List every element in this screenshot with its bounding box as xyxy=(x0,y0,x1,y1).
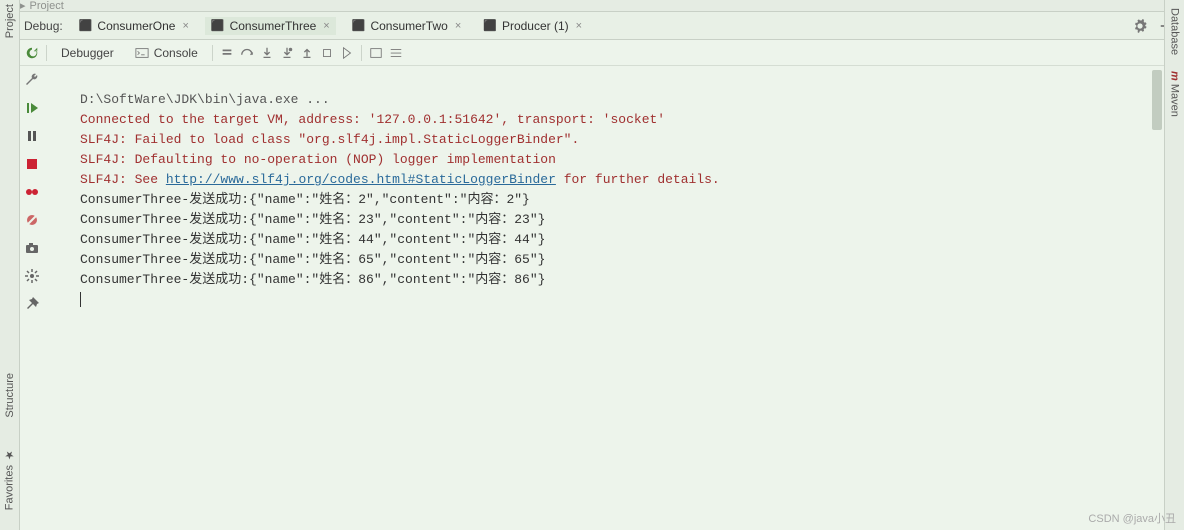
console-line: SLF4J: Defaulting to no-operation (NOP) … xyxy=(80,152,556,167)
mute-breakpoints-icon[interactable] xyxy=(24,212,40,228)
evaluate-icon[interactable] xyxy=(368,45,384,61)
console-line: SLF4J: See http://www.slf4j.org/codes.ht… xyxy=(80,172,720,187)
pause-icon[interactable] xyxy=(24,128,40,144)
editor-tab[interactable]: ▸ Project xyxy=(20,0,64,12)
close-icon[interactable]: × xyxy=(576,20,582,32)
run-to-cursor-icon[interactable] xyxy=(339,45,355,61)
rerun-icon[interactable] xyxy=(24,45,40,61)
console-line: ConsumerThree-发送成功:{"name":"姓名：44","cont… xyxy=(80,232,545,247)
console-line: ConsumerThree-发送成功:{"name":"姓名：23","cont… xyxy=(80,212,545,227)
debugger-tab[interactable]: Debugger xyxy=(53,44,122,62)
drop-frame-icon[interactable] xyxy=(319,45,335,61)
console-output[interactable]: D:\SoftWare\JDK\bin\java.exe ... Connect… xyxy=(80,70,1160,520)
trace-icon[interactable] xyxy=(388,45,404,61)
project-tool[interactable]: Project xyxy=(4,4,16,38)
editor-tabs: ▸ Project xyxy=(0,0,1184,12)
left-tool-rail: Project Structure Favorites ★ xyxy=(0,0,20,530)
wrench-icon[interactable] xyxy=(24,72,40,88)
run-config-tab[interactable]: ⬛ConsumerThree× xyxy=(205,17,336,35)
favorites-tool[interactable]: Favorites ★ xyxy=(3,448,16,510)
close-icon[interactable]: × xyxy=(455,20,461,32)
slf4j-link[interactable]: http://www.slf4j.org/codes.html#StaticLo… xyxy=(166,172,556,187)
right-tool-rail: Database m Maven xyxy=(1164,0,1184,530)
settings-icon[interactable] xyxy=(24,268,40,284)
console-tab[interactable]: Console xyxy=(126,43,206,63)
run-config-tab[interactable]: ⬛Producer (1)× xyxy=(477,17,588,35)
view-breakpoints-icon[interactable] xyxy=(24,184,40,200)
console-line: ConsumerThree-发送成功:{"name":"姓名：2","conte… xyxy=(80,192,530,207)
step-icon[interactable] xyxy=(219,45,235,61)
step-out-icon[interactable] xyxy=(299,45,315,61)
stop-icon[interactable] xyxy=(24,156,40,172)
step-into-icon[interactable] xyxy=(259,45,275,61)
console-line: ConsumerThree-发送成功:{"name":"姓名：65","cont… xyxy=(80,252,545,267)
close-icon[interactable]: × xyxy=(323,20,329,32)
close-icon[interactable]: × xyxy=(182,20,188,32)
cursor xyxy=(80,292,81,307)
run-config-tab[interactable]: ⬛ConsumerTwo× xyxy=(346,17,468,35)
debug-toolbar: Debugger Console xyxy=(0,40,1184,66)
console-line: SLF4J: Failed to load class "org.slf4j.i… xyxy=(80,132,579,147)
structure-tool[interactable]: Structure xyxy=(4,373,16,418)
database-tool[interactable]: Database xyxy=(1169,8,1181,55)
action-gutter xyxy=(20,66,44,530)
console-gutter xyxy=(44,66,74,216)
pin-icon[interactable] xyxy=(24,296,40,312)
run-config-tab[interactable]: ⬛ConsumerOne× xyxy=(73,17,195,35)
camera-icon[interactable] xyxy=(24,240,40,256)
step-over-icon[interactable] xyxy=(239,45,255,61)
gear-icon[interactable] xyxy=(1132,18,1148,34)
console-line: Connected to the target VM, address: '12… xyxy=(80,112,665,127)
scrollbar-thumb[interactable] xyxy=(1152,70,1162,130)
console-line: ConsumerThree-发送成功:{"name":"姓名：86","cont… xyxy=(80,272,545,287)
resume-icon[interactable] xyxy=(24,100,40,116)
console-icon xyxy=(134,45,150,61)
console-line: D:\SoftWare\JDK\bin\java.exe ... xyxy=(80,92,330,107)
debug-label: Debug: xyxy=(24,19,63,33)
watermark: CSDN @java小丑 xyxy=(1088,510,1176,526)
force-step-icon[interactable] xyxy=(279,45,295,61)
maven-tool[interactable]: m Maven xyxy=(1169,71,1181,117)
debug-header: Debug: ⬛ConsumerOne× ⬛ConsumerThree× ⬛Co… xyxy=(0,12,1184,40)
